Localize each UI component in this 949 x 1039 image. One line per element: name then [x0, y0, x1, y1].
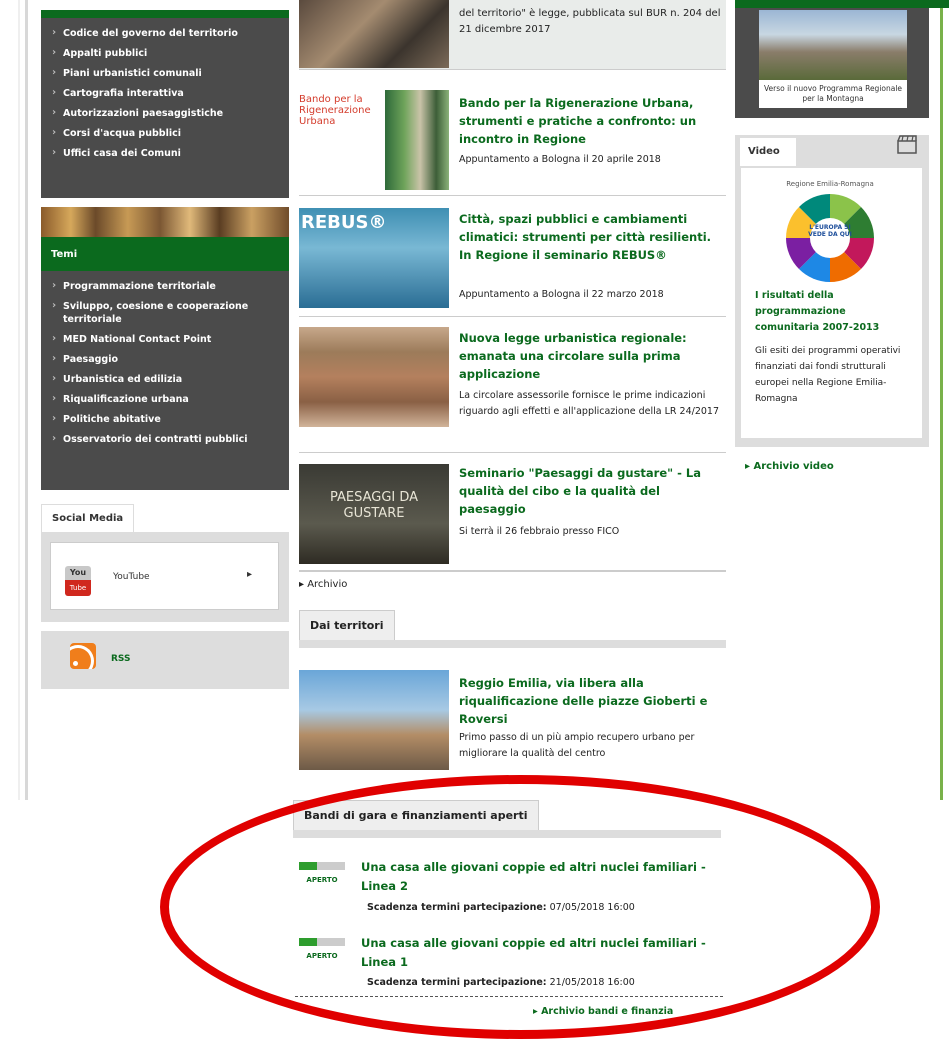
news-title-link[interactable]: Città, spazi pubblici e cambiamenti clim…: [459, 210, 721, 264]
chevron-right-icon[interactable]: ▸: [247, 569, 252, 580]
youtube-link[interactable]: YouTube: [113, 572, 150, 582]
progress-bar: [299, 938, 345, 946]
bando-deadline: Scadenza termini partecipazione: 21/05/2…: [367, 977, 635, 988]
menu-item-cartografia[interactable]: Cartografia interattiva: [41, 84, 289, 104]
video-archive-label: Archivio video: [753, 461, 834, 472]
news-desc: Primo passo di un più ampio recupero urb…: [459, 732, 695, 759]
bando-item: APERTO Una casa alle giovani coppie ed a…: [299, 858, 724, 918]
social-media-tab: Social Media: [41, 504, 135, 532]
thumbnail-caption: PAESAGGI DA GUSTARE: [329, 490, 419, 521]
news-thumbnail[interactable]: [299, 327, 449, 427]
thumbnail-image: [385, 90, 449, 190]
video-tab: Video: [740, 138, 796, 166]
news-item: REBUS® Città, spazi pubblici e cambiamen…: [299, 197, 726, 317]
news-desc: Si terrà il 26 febbraio presso FICO: [459, 526, 620, 537]
status-label: APERTO: [306, 876, 338, 884]
status-label: APERTO: [306, 952, 338, 960]
news-archive-label: Archivio: [307, 579, 348, 590]
menu-item-uffici-casa[interactable]: Uffici casa dei Comuni: [41, 144, 289, 164]
deadline-label: Scadenza termini partecipazione:: [367, 977, 547, 988]
news-item: Nuova legge urbanistica regionale: emana…: [299, 318, 726, 453]
video-desc: Gli esiti dei programmi operativi finanz…: [755, 346, 901, 404]
news-item: Bando per la Rigenerazione Urbana Bando …: [299, 72, 726, 196]
divider: [295, 996, 723, 997]
news-desc: Appuntamento a Bologna il 22 marzo 2018: [459, 289, 664, 300]
montagna-banner-image[interactable]: [759, 10, 907, 80]
news-title-link[interactable]: Reggio Emilia, via libera alla riqualifi…: [459, 674, 721, 728]
news-thumbnail[interactable]: [299, 0, 449, 68]
bandi-archive-link[interactable]: ▸ Archivio bandi e finanzia: [533, 1006, 673, 1017]
thumbnail-caption: Bando per la Rigenerazione Urbana: [299, 94, 371, 127]
territori-title: Dai territori: [299, 610, 395, 640]
news-thumbnail[interactable]: [299, 670, 449, 770]
temi-item-sviluppo[interactable]: Sviluppo, coesione e cooperazione territ…: [41, 297, 289, 330]
temi-menu: Programmazione territoriale Sviluppo, co…: [41, 271, 289, 490]
news-title-link[interactable]: Nuova legge urbanistica regionale: emana…: [459, 329, 721, 383]
temi-item-urbanistica[interactable]: Urbanistica ed edilizia: [41, 370, 289, 390]
temi-heading: Temi: [41, 237, 289, 271]
thumbnail-caption: REBUS®: [301, 212, 387, 233]
temi-banner-image: [41, 207, 289, 237]
bandi-title: Bandi di gara e finanziamenti aperti: [293, 800, 539, 830]
youtube-icon-bottom: Tube: [65, 580, 91, 596]
news-archive-link[interactable]: ▸ Archivio: [299, 579, 347, 590]
quick-links-menu: Codice del governo del territorio Appalt…: [41, 10, 289, 198]
news-desc: La circolare assessorile fornisce le pri…: [459, 390, 719, 417]
temi-item-riqualificazione[interactable]: Riqualificazione urbana: [41, 390, 289, 410]
status-badge: APERTO: [299, 938, 345, 960]
menu-item-appalti[interactable]: Appalti pubblici: [41, 44, 289, 64]
news-item: Reggio Emilia, via libera alla riqualifi…: [299, 670, 726, 770]
video-thumbnail[interactable]: Regione Emilia-Romagna L'EUROPA SI VEDE …: [755, 180, 905, 286]
news-thumbnail[interactable]: PAESAGGI DA GUSTARE: [299, 464, 449, 564]
progress-fill: [299, 938, 318, 946]
youtube-icon-top: You: [69, 568, 87, 577]
youtube-icon[interactable]: You Tube: [65, 566, 91, 596]
progress-fill: [299, 862, 318, 870]
news-title-link[interactable]: Bando per la Rigenerazione Urbana, strum…: [459, 94, 721, 148]
right-border: [940, 0, 943, 800]
temi-item-osservatorio[interactable]: Osservatorio dei contratti pubblici: [41, 430, 289, 450]
bandi-section-header: Bandi di gara e finanziamenti aperti: [293, 800, 721, 838]
temi-item-programmazione[interactable]: Programmazione territoriale: [41, 277, 289, 297]
news-thumbnail[interactable]: REBUS®: [299, 208, 449, 308]
progress-bar: [299, 862, 345, 870]
video-archive-link[interactable]: ▸ Archivio video: [745, 461, 834, 472]
temi-item-paesaggio[interactable]: Paesaggio: [41, 350, 289, 370]
video-thumb-header: Regione Emilia-Romagna: [786, 180, 874, 188]
news-desc: del territorio" è legge, pubblicata sul …: [459, 8, 721, 35]
left-border: [25, 0, 28, 800]
territori-section-header: Dai territori: [299, 610, 726, 648]
menu-item-corsi-acqua[interactable]: Corsi d'acqua pubblici: [41, 124, 289, 144]
temi-item-med[interactable]: MED National Contact Point: [41, 330, 289, 350]
bando-item: APERTO Una casa alle giovani coppie ed a…: [299, 934, 724, 994]
news-thumbnail[interactable]: Bando per la Rigenerazione Urbana: [299, 90, 449, 190]
news-item: PAESAGGI DA GUSTARE Seminario "Paesaggi …: [299, 454, 726, 572]
montagna-banner-caption[interactable]: Verso il nuovo Programma Regionale per l…: [759, 80, 907, 108]
rss-icon[interactable]: [70, 643, 96, 669]
menu-item-piani[interactable]: Piani urbanistici comunali: [41, 64, 289, 84]
rss-link[interactable]: RSS: [111, 654, 131, 664]
deadline-value: 21/05/2018 16:00: [549, 977, 635, 988]
bando-title-link[interactable]: Una casa alle giovani coppie ed altri nu…: [361, 858, 723, 896]
page-edge: [18, 0, 20, 800]
status-badge: APERTO: [299, 862, 345, 884]
menu-item-autorizzazioni[interactable]: Autorizzazioni paesaggistiche: [41, 104, 289, 124]
news-desc: Appuntamento a Bologna il 20 aprile 2018: [459, 154, 661, 165]
video-title-link[interactable]: I risultati della programmazione comunit…: [755, 288, 913, 336]
deadline-label: Scadenza termini partecipazione:: [367, 902, 547, 913]
deadline-value: 07/05/2018 16:00: [549, 902, 635, 913]
temi-item-politiche[interactable]: Politiche abitative: [41, 410, 289, 430]
bando-title-link[interactable]: Una casa alle giovani coppie ed altri nu…: [361, 934, 723, 972]
clapperboard-icon: [897, 135, 917, 154]
bando-deadline: Scadenza termini partecipazione: 07/05/2…: [367, 902, 635, 913]
menu-item-codice[interactable]: Codice del governo del territorio: [41, 24, 289, 44]
video-thumb-slogan: L'EUROPA SI VEDE DA QUI: [808, 224, 852, 238]
news-title-link[interactable]: Seminario "Paesaggi da gustare" - La qua…: [459, 464, 721, 518]
news-item: del territorio" è legge, pubblicata sul …: [299, 0, 726, 70]
top-accent-bar: [735, 0, 949, 8]
bandi-archive-label: Archivio bandi e finanzia: [541, 1006, 674, 1017]
